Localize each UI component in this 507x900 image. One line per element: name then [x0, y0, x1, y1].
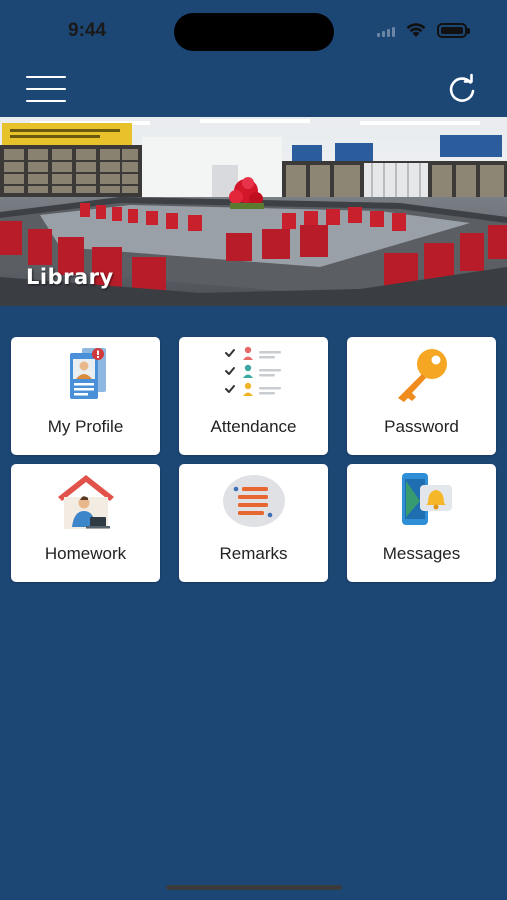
attendance-checklist-icon [224, 346, 281, 396]
key-icon [397, 349, 447, 402]
tile-label: Messages [382, 544, 461, 563]
battery-icon [437, 22, 470, 38]
status-icons [377, 22, 470, 38]
cellular-signal-icon [377, 23, 395, 37]
homework-house-icon [57, 475, 114, 529]
banner-label: Library [26, 265, 114, 289]
app-header [0, 62, 507, 118]
tile-label: Attendance [210, 417, 297, 436]
my-profile-tile[interactable]: My Profile [11, 337, 160, 455]
library-banner: Library [0, 117, 507, 306]
feature-grid: My Profile Attendance Password Homework … [11, 337, 497, 582]
tile-label: Homework [44, 544, 127, 563]
password-tile[interactable]: Password [347, 337, 496, 455]
remarks-icon [222, 475, 285, 527]
hamburger-menu-icon[interactable] [26, 76, 66, 102]
attendance-tile[interactable]: Attendance [179, 337, 328, 455]
status-time: 9:44 [68, 20, 107, 41]
refresh-icon[interactable] [445, 72, 479, 106]
messages-phone-bell-icon [401, 473, 452, 525]
dynamic-island [174, 13, 334, 51]
tile-label: Remarks [219, 544, 288, 563]
profile-card-icon [69, 348, 106, 399]
home-indicator[interactable] [166, 885, 342, 890]
messages-tile[interactable]: Messages [347, 464, 496, 582]
status-bar: 9:44 [0, 0, 507, 62]
homework-tile[interactable]: Homework [11, 464, 160, 582]
tile-label: Password [384, 417, 459, 436]
remarks-tile[interactable]: Remarks [179, 464, 328, 582]
wifi-icon [406, 23, 426, 37]
tile-label: My Profile [47, 417, 124, 436]
